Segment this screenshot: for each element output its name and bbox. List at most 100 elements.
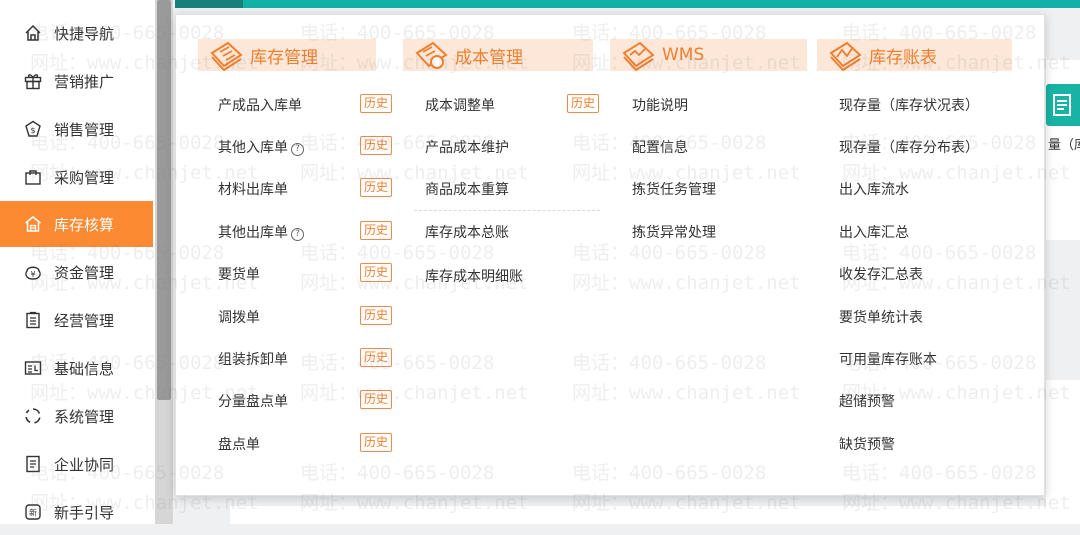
menu-item[interactable]: 要货单 <box>218 264 260 284</box>
inventory-report-icon <box>827 39 865 72</box>
report-icon <box>1053 94 1071 116</box>
menu-item[interactable]: 成本调整单 <box>425 95 495 115</box>
sidebar-item-label: 采购管理 <box>54 168 115 187</box>
sidebar-item-label: 资金管理 <box>54 263 115 282</box>
history-button[interactable]: 历史 <box>360 263 392 282</box>
menu-column-title: 库存管理 <box>250 47 318 68</box>
svg-text:新: 新 <box>29 508 37 518</box>
menu-item-label: 其他入库单 <box>218 140 288 156</box>
yen-icon: ¥ <box>22 261 44 283</box>
sidebar-item-label: 销售管理 <box>54 120 115 139</box>
gift-icon <box>22 70 44 92</box>
sidebar-scroll-thumb[interactable] <box>157 0 171 400</box>
menu-item[interactable]: 材料出库单 <box>218 179 288 199</box>
id-card-icon <box>22 357 44 379</box>
home-icon <box>22 22 44 44</box>
menu-item[interactable]: 功能说明 <box>632 95 688 115</box>
sidebar-item-basic-info[interactable]: 基础信息 <box>0 345 153 391</box>
inventory-mega-menu: 库存管理 成本管理 WMS 库存账表 产成品入库单 历史 其他入库单 ? 历史 … <box>175 14 1045 496</box>
sidebar-item-collaboration[interactable]: 企业协同 <box>0 441 153 487</box>
menu-item[interactable]: 缺货预警 <box>839 434 895 454</box>
menu-item[interactable]: 产品成本维护 <box>425 137 509 157</box>
menu-column-title: 库存账表 <box>869 47 937 68</box>
history-button[interactable]: 历史 <box>360 390 392 409</box>
sidebar-item-quick-nav[interactable]: 快捷导航 <box>0 10 153 56</box>
report-icon-tile[interactable] <box>1046 84 1080 126</box>
menu-column-header: WMS <box>588 39 807 72</box>
menu-item[interactable]: 配置信息 <box>632 137 688 157</box>
menu-item[interactable]: 商品成本重算 <box>425 179 509 199</box>
menu-item-label: 其他出库单 <box>218 225 288 241</box>
menu-item[interactable]: 盘点单 <box>218 434 260 454</box>
menu-column-title: WMS <box>662 45 705 65</box>
sidebar-item-sales[interactable]: $ 销售管理 <box>0 106 153 152</box>
loading-circle-icon <box>22 405 44 427</box>
sidebar-item-operations[interactable]: 经营管理 <box>0 297 153 343</box>
menu-item[interactable]: 调拨单 <box>218 307 260 327</box>
inventory-manage-icon <box>208 39 246 72</box>
top-tab-active[interactable] <box>175 0 243 8</box>
sidebar-item-funds[interactable]: ¥ 资金管理 <box>0 249 153 295</box>
menu-item-with-help[interactable]: 其他出库单? <box>218 222 304 242</box>
menu-item[interactable]: 产成品入库单 <box>218 95 302 115</box>
menu-column-wms: WMS <box>588 39 807 72</box>
menu-item[interactable]: 库存成本总账 <box>425 222 509 242</box>
menu-item[interactable]: 组装拆卸单 <box>218 349 288 369</box>
history-button[interactable]: 历史 <box>360 178 392 197</box>
help-icon[interactable]: ? <box>291 228 304 241</box>
menu-divider <box>414 210 600 211</box>
menu-column-title: 成本管理 <box>455 47 523 68</box>
menu-item[interactable]: 拣货异常处理 <box>632 222 716 242</box>
history-button[interactable]: 历史 <box>360 348 392 367</box>
menu-item-with-help[interactable]: 其他入库单? <box>218 137 304 157</box>
clipboard-icon <box>22 309 44 331</box>
sidebar-item-guide[interactable]: 新 新手引导 <box>0 489 153 535</box>
document-icon <box>22 453 44 475</box>
menu-item[interactable]: 超储预警 <box>839 391 895 411</box>
menu-column-inventory-report: 库存账表 <box>795 39 1035 72</box>
menu-item[interactable]: 出入库汇总 <box>839 222 909 242</box>
history-button[interactable]: 历史 <box>360 221 392 240</box>
history-button[interactable]: 历史 <box>360 94 392 113</box>
background-card <box>1046 380 1080 524</box>
sidebar-item-label: 快捷导航 <box>54 24 115 43</box>
menu-item[interactable]: 库存成本明细账 <box>425 266 523 286</box>
top-header-bar <box>243 0 1080 8</box>
sidebar-item-marketing[interactable]: 营销推广 <box>0 58 153 104</box>
history-button[interactable]: 历史 <box>360 433 392 452</box>
menu-column-header: 库存账表 <box>795 39 1035 72</box>
shopping-bag-icon <box>22 166 44 188</box>
history-button[interactable]: 历史 <box>567 94 599 113</box>
sidebar-item-purchase[interactable]: 采购管理 <box>0 154 153 200</box>
svg-text:¥: ¥ <box>30 270 35 279</box>
menu-item[interactable]: 可用量库存账本 <box>839 349 937 369</box>
history-button[interactable]: 历史 <box>360 136 392 155</box>
history-button[interactable]: 历史 <box>360 306 392 325</box>
menu-item[interactable]: 出入库流水 <box>839 179 909 199</box>
background-label: 量（库存 <box>1048 138 1080 153</box>
sidebar-item-label: 基础信息 <box>54 359 115 378</box>
menu-item[interactable]: 拣货任务管理 <box>632 179 716 199</box>
help-icon[interactable]: ? <box>291 143 304 156</box>
menu-item[interactable]: 分量盘点单 <box>218 391 288 411</box>
menu-item[interactable]: 要货单统计表 <box>839 307 923 327</box>
new-badge-icon: 新 <box>22 501 44 523</box>
sales-shield-icon: $ <box>22 118 44 140</box>
sidebar-item-label: 营销推广 <box>54 72 115 91</box>
wms-icon <box>620 39 658 72</box>
menu-item[interactable]: 现存量（库存分布表） <box>839 137 979 157</box>
sidebar-item-label: 企业协同 <box>54 455 115 474</box>
sidebar-item-system[interactable]: 系统管理 <box>0 393 153 439</box>
sidebar-item-inventory[interactable]: 库存核算 <box>0 201 153 247</box>
menu-item[interactable]: 收发存汇总表 <box>839 264 923 284</box>
sidebar-item-label: 库存核算 <box>54 215 115 234</box>
sidebar-item-label: 经营管理 <box>54 311 115 330</box>
menu-item[interactable]: 现存量（库存状况表） <box>839 95 979 115</box>
menu-column-header: 库存管理 <box>176 39 386 72</box>
cost-manage-icon <box>413 39 451 71</box>
menu-column-cost-manage: 成本管理 <box>381 39 593 71</box>
menu-column-inventory-manage: 库存管理 <box>176 39 386 72</box>
warehouse-icon <box>22 213 44 235</box>
menu-column-header: 成本管理 <box>381 39 593 71</box>
background-card <box>230 506 1080 524</box>
